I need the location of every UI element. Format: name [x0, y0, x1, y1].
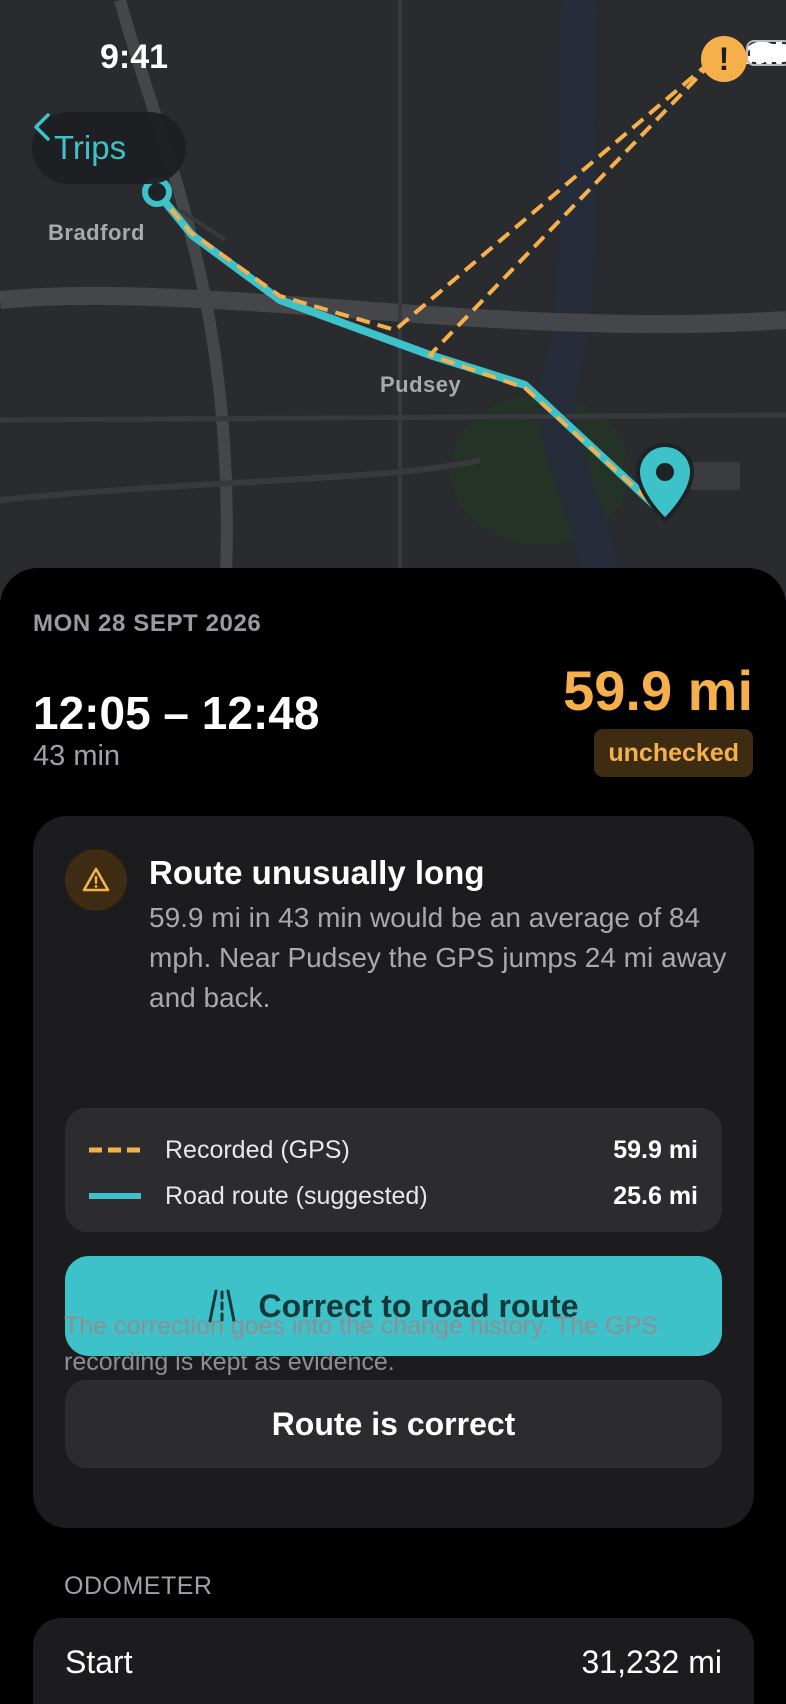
solid-line-icon — [89, 1193, 141, 1199]
warning-icon — [65, 849, 127, 911]
trip-distance: 59.9 mi — [563, 659, 753, 722]
odometer-card: Start 31,232 mi — [33, 1618, 754, 1704]
route-legend: Recorded (GPS) 59.9 mi Road route (sugge… — [65, 1108, 722, 1232]
odometer-section-label: ODOMETER — [64, 1572, 213, 1600]
map-canvas — [0, 0, 786, 600]
gps-jump-alert-icon[interactable]: ! — [701, 36, 747, 82]
legend-label: Recorded (GPS) — [165, 1135, 350, 1164]
legend-label: Road route (suggested) — [165, 1181, 428, 1210]
status-badge: unchecked — [594, 729, 753, 777]
map-label-bradford: Bradford — [48, 220, 145, 245]
route-map[interactable]: Bradford Pudsey 9:41 ! Trips — [0, 0, 786, 600]
trip-date: MON 28 SEPT 2026 — [33, 610, 262, 637]
warning-title: Route unusually long — [149, 854, 485, 891]
odometer-start-value[interactable]: 31,232 mi — [581, 1644, 722, 1681]
legend-row-road: Road route (suggested) 25.6 mi — [65, 1176, 722, 1216]
end-pin-icon — [635, 442, 695, 523]
back-button[interactable]: Trips — [32, 112, 186, 184]
trip-duration: 43 min — [33, 740, 121, 772]
trip-detail-sheet: MON 28 SEPT 2026 12:05 – 12:48 43 min 59… — [0, 568, 786, 1704]
route-warning-card: Route unusually long 59.9 mi in 43 min w… — [33, 816, 754, 1528]
back-button-label: Trips — [54, 129, 127, 166]
dashed-line-icon — [89, 1147, 141, 1153]
legend-row-gps: Recorded (GPS) 59.9 mi — [65, 1130, 722, 1170]
route-is-correct-button[interactable]: Route is correct — [65, 1380, 722, 1468]
gps-route-line — [155, 50, 724, 517]
legend-value: 25.6 mi — [613, 1181, 698, 1210]
warning-text: 59.9 mi in 43 min would be an average of… — [149, 902, 727, 1013]
correction-footnote: The correction goes into the change hist… — [64, 1312, 658, 1376]
map-label-pudsey: Pudsey — [380, 372, 462, 397]
chevron-left-icon — [34, 113, 50, 141]
route-correct-button-label: Route is correct — [271, 1405, 516, 1442]
battery-icon — [746, 40, 786, 66]
status-time: 9:41 — [100, 38, 169, 76]
legend-value: 59.9 mi — [613, 1135, 698, 1164]
odometer-start-label: Start — [65, 1644, 133, 1680]
trip-time-range: 12:05 – 12:48 — [33, 687, 320, 739]
